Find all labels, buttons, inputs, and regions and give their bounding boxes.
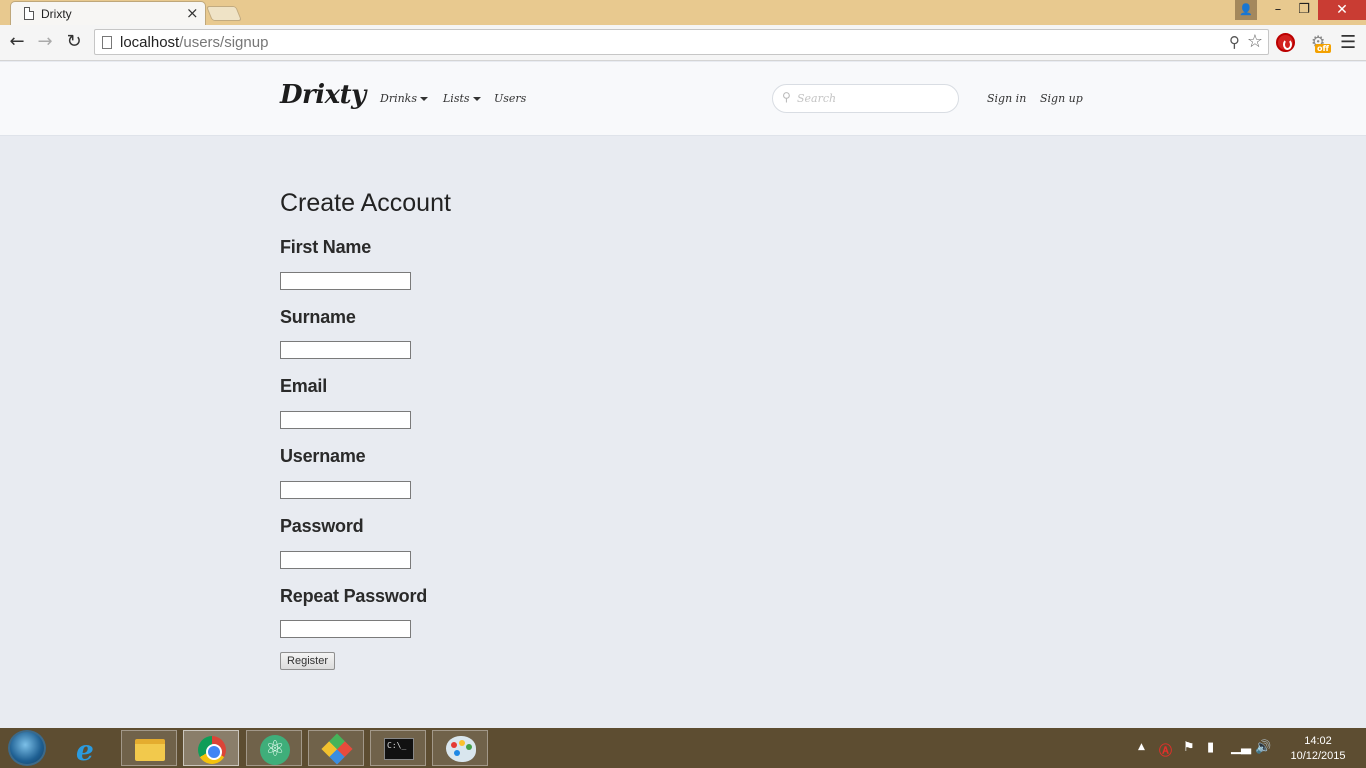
show-hidden-icons-arrow[interactable]: ▲ bbox=[1138, 742, 1145, 752]
address-bar[interactable]: localhost/users/signup ⚲ ☆ bbox=[94, 29, 1269, 55]
adblock-extension-icon[interactable] bbox=[1276, 33, 1295, 52]
repeat-password-field[interactable] bbox=[280, 620, 411, 638]
browser-toolbar: ← → ↻ localhost/users/signup ⚲ ☆ ⚙ off ☰ bbox=[0, 25, 1366, 61]
paint-palette-icon bbox=[446, 736, 476, 762]
surname-label: Surname bbox=[280, 307, 356, 327]
start-button[interactable] bbox=[8, 730, 46, 766]
browser-titlebar: Drixty × 👤 – ❐ ✕ bbox=[0, 0, 1366, 25]
username-label: Username bbox=[280, 446, 366, 466]
taskbar: e ⚛ C:\_ ▲ Ⓐ ⚑ ▮ ▁▃ 🔊 14:02 10/12/2015 bbox=[0, 728, 1366, 768]
taskbar-chrome[interactable] bbox=[183, 730, 239, 766]
taskbar-internet-explorer[interactable]: e bbox=[61, 730, 117, 767]
network-tray-icon[interactable]: ▁▃ bbox=[1231, 740, 1251, 755]
site-logo[interactable]: Drixty bbox=[280, 80, 366, 110]
username-field[interactable] bbox=[280, 481, 411, 499]
first-name-field[interactable] bbox=[280, 272, 411, 290]
search-input[interactable] bbox=[797, 90, 947, 107]
clock-time: 14:02 bbox=[1304, 735, 1332, 747]
site-header: Drixty Drinks Lists Users ⚲ Sign in Sign… bbox=[0, 62, 1366, 136]
email-field[interactable] bbox=[280, 411, 411, 429]
password-label: Password bbox=[280, 516, 364, 536]
avira-tray-icon[interactable]: Ⓐ bbox=[1159, 740, 1172, 759]
taskbar-atom[interactable]: ⚛ bbox=[246, 730, 302, 766]
clock-date: 10/12/2015 bbox=[1290, 750, 1346, 762]
tab-title: Drixty bbox=[41, 7, 72, 21]
url-host: localhost bbox=[120, 34, 180, 51]
nav-drinks-label: Drinks bbox=[380, 92, 417, 105]
new-tab-button[interactable] bbox=[205, 6, 243, 21]
repeat-password-label: Repeat Password bbox=[280, 586, 428, 606]
page-info-icon[interactable] bbox=[102, 36, 112, 49]
command-prompt-icon: C:\_ bbox=[384, 738, 414, 760]
chrome-icon bbox=[198, 736, 226, 764]
flag-tray-icon[interactable]: ⚑ bbox=[1183, 740, 1195, 755]
caret-down-icon bbox=[472, 97, 481, 101]
search-icon: ⚲ bbox=[782, 90, 791, 104]
password-field[interactable] bbox=[280, 551, 411, 569]
menu-hamburger-icon[interactable]: ☰ bbox=[1340, 32, 1356, 53]
zoom-icon[interactable]: ⚲ bbox=[1229, 33, 1240, 51]
close-window-button[interactable]: ✕ bbox=[1318, 0, 1366, 20]
nav-drinks[interactable]: Drinks bbox=[380, 92, 428, 105]
caret-down-icon bbox=[420, 97, 428, 101]
internet-explorer-icon: e bbox=[76, 734, 94, 767]
email-label: Email bbox=[280, 376, 328, 396]
browser-tab[interactable]: Drixty × bbox=[10, 1, 206, 25]
sign-up-link[interactable]: Sign up bbox=[1040, 92, 1083, 105]
nav-lists[interactable]: Lists bbox=[443, 92, 481, 105]
first-name-label: First Name bbox=[280, 237, 372, 257]
taskbar-paint[interactable] bbox=[432, 730, 488, 766]
bookmark-star-icon[interactable]: ☆ bbox=[1247, 31, 1263, 52]
power-tray-icon[interactable]: ▮ bbox=[1207, 740, 1214, 755]
register-button[interactable]: Register bbox=[280, 652, 335, 670]
nav-users[interactable]: Users bbox=[494, 92, 526, 105]
nav-users-label: Users bbox=[494, 92, 527, 105]
url-text[interactable]: localhost/users/signup bbox=[120, 34, 268, 51]
taskbar-command-prompt[interactable]: C:\_ bbox=[370, 730, 426, 766]
reload-icon[interactable]: ↻ bbox=[63, 31, 85, 53]
off-badge: off bbox=[1315, 44, 1331, 53]
search-box[interactable]: ⚲ bbox=[772, 84, 959, 113]
git-diamond-icon bbox=[321, 733, 353, 765]
taskbar-git[interactable] bbox=[308, 730, 364, 766]
extension-off-icon[interactable]: ⚙ off bbox=[1308, 32, 1332, 54]
taskbar-file-explorer[interactable] bbox=[121, 730, 177, 766]
page-title: Create Account bbox=[280, 189, 451, 217]
back-arrow-icon[interactable]: ← bbox=[6, 31, 28, 53]
folder-icon bbox=[135, 739, 165, 761]
url-path: /users/signup bbox=[179, 34, 269, 51]
maximize-button[interactable]: ❐ bbox=[1291, 0, 1317, 20]
nav-lists-label: Lists bbox=[443, 92, 470, 105]
sign-in-link[interactable]: Sign in bbox=[987, 92, 1026, 105]
tab-close-icon[interactable]: × bbox=[186, 4, 199, 22]
page-icon bbox=[24, 7, 34, 20]
volume-tray-icon[interactable]: 🔊 bbox=[1255, 740, 1271, 755]
minimize-button[interactable]: – bbox=[1265, 0, 1291, 20]
surname-field[interactable] bbox=[280, 341, 411, 359]
atom-icon: ⚛ bbox=[260, 735, 290, 765]
user-profile-icon[interactable]: 👤 bbox=[1235, 0, 1257, 20]
system-clock[interactable]: 14:02 10/12/2015 bbox=[1285, 734, 1351, 764]
forward-arrow-icon[interactable]: → bbox=[34, 31, 56, 53]
